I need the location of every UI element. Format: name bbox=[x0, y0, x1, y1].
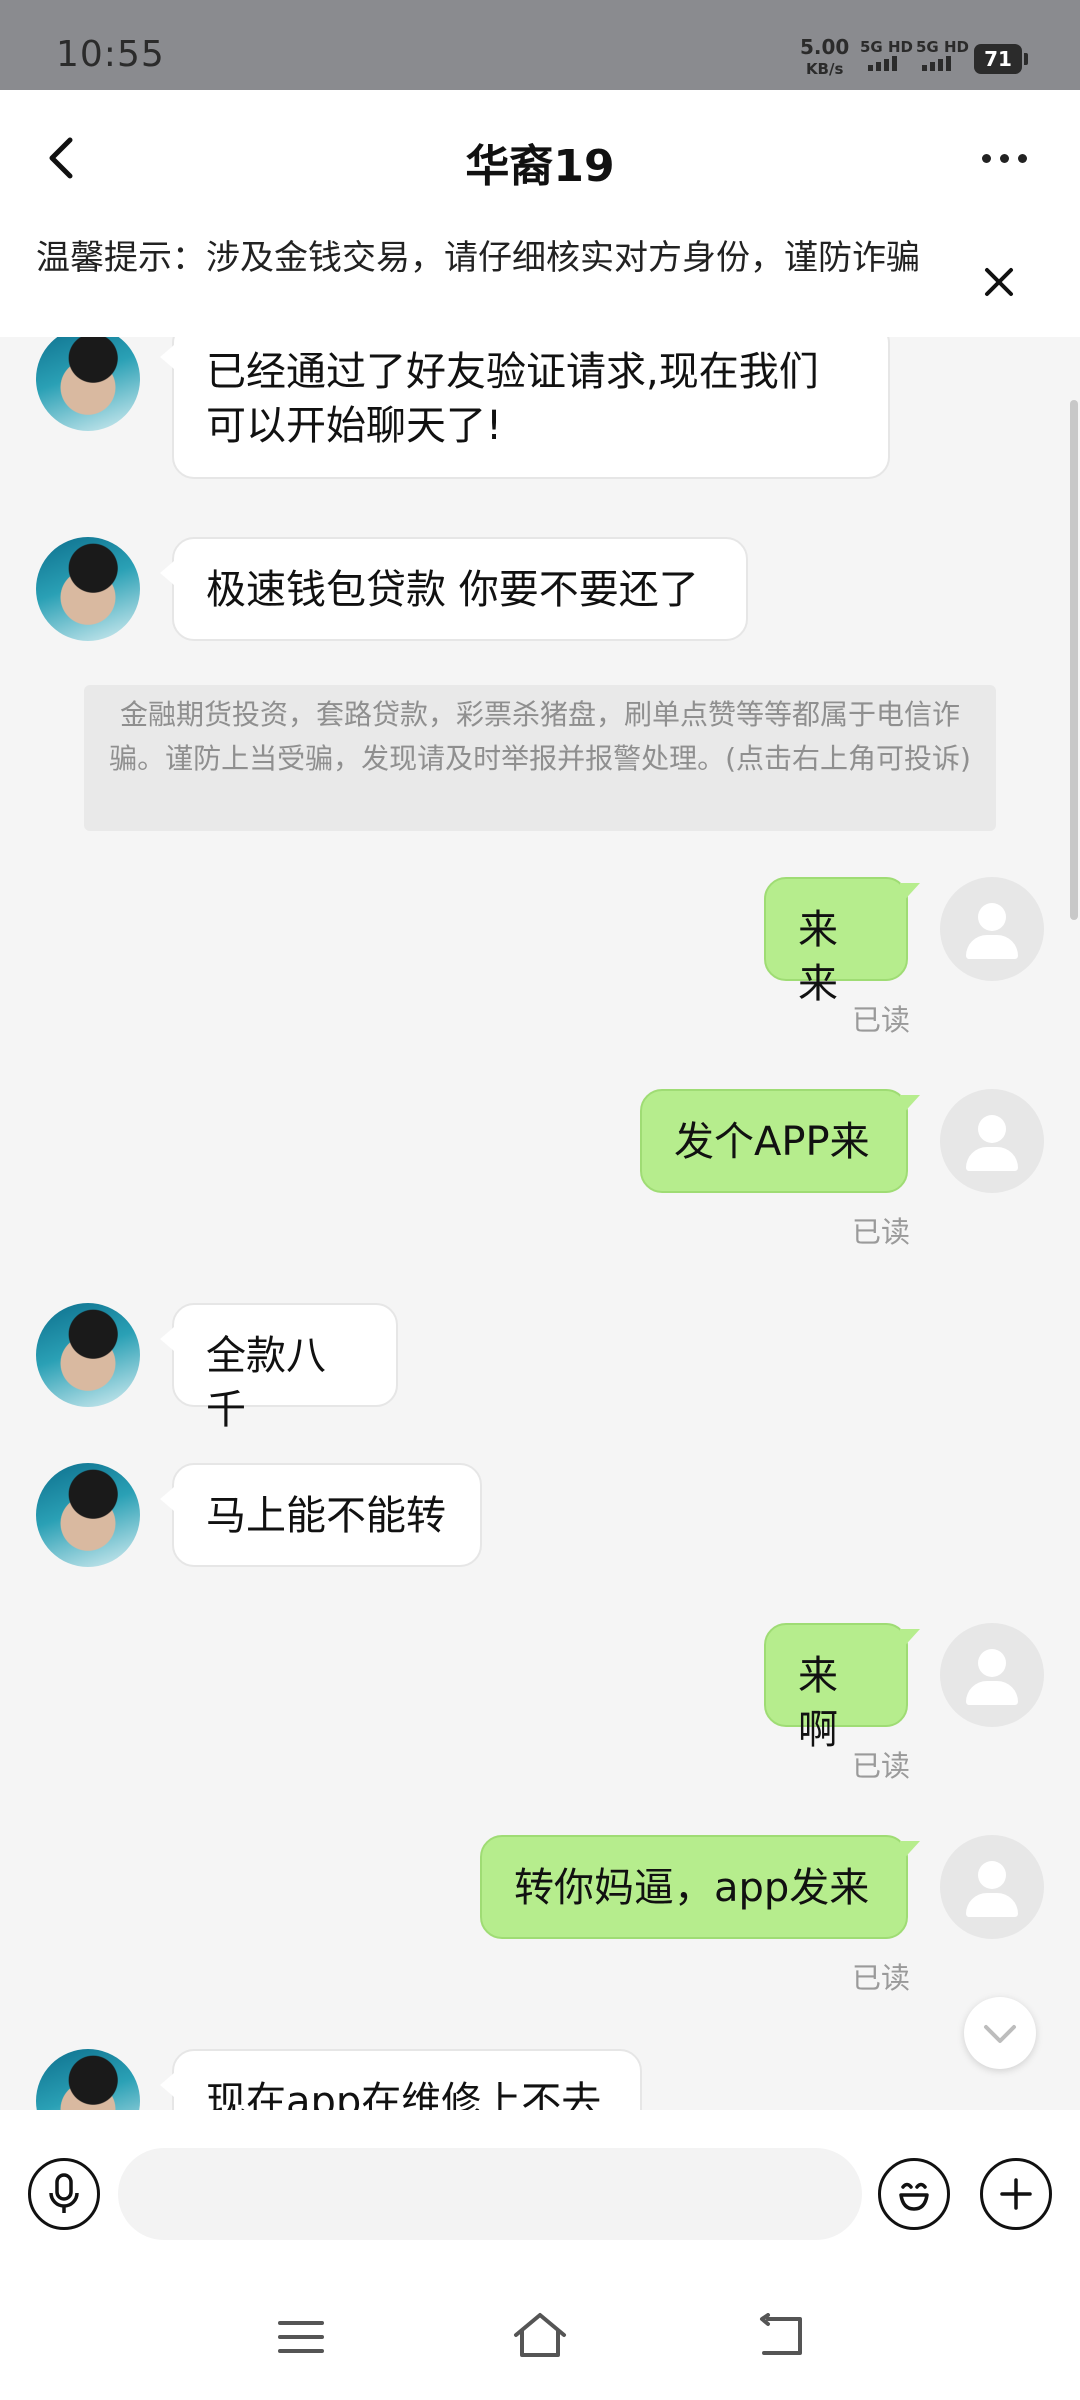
message-text: 马上能不能转 bbox=[206, 1493, 446, 1539]
read-receipt: 已读 bbox=[852, 1215, 911, 1249]
network-speed-value: 5.00 bbox=[800, 35, 850, 59]
message-text: 来啊 bbox=[798, 1653, 838, 1753]
home-icon[interactable] bbox=[512, 2311, 568, 2361]
emoji-button[interactable] bbox=[878, 2158, 950, 2230]
message-bubble-outgoing[interactable]: 发个APP来 bbox=[640, 1089, 920, 1193]
message-text: 发个APP来 bbox=[674, 1119, 870, 1165]
read-receipt: 已读 bbox=[852, 1003, 911, 1037]
network-label-1: 5G HD bbox=[860, 38, 913, 56]
signal-icon bbox=[922, 56, 951, 71]
page-title: 华裔19 bbox=[465, 141, 615, 192]
message-bubble-incoming[interactable]: 极速钱包贷款 你要不要还了 bbox=[160, 537, 748, 641]
plus-button[interactable] bbox=[980, 2158, 1052, 2230]
chat-header: 华裔19 bbox=[0, 90, 1080, 225]
back-icon[interactable] bbox=[756, 2313, 806, 2359]
network-speed: 5.00 KB/s bbox=[800, 36, 849, 80]
read-receipt: 已读 bbox=[852, 1961, 911, 1995]
battery-indicator: 71 bbox=[974, 44, 1028, 74]
message-bubble-outgoing[interactable]: 来来 bbox=[764, 877, 920, 1007]
close-icon[interactable] bbox=[975, 258, 1023, 306]
message-text: 全款八千 bbox=[206, 1333, 326, 1433]
signal-icon bbox=[868, 56, 897, 71]
message-bubble-incoming[interactable]: 全款八千 bbox=[160, 1303, 398, 1433]
voice-button[interactable] bbox=[28, 2158, 100, 2230]
plus-icon bbox=[1000, 2178, 1032, 2210]
message-text: 已经通过了好友验证请求,现在我们 bbox=[206, 349, 819, 395]
contact-avatar[interactable] bbox=[36, 1463, 140, 1567]
system-nav-bar bbox=[0, 2285, 1080, 2400]
network-label-2: 5G HD bbox=[916, 38, 969, 56]
message-bubble-incoming[interactable]: 马上能不能转 bbox=[160, 1463, 482, 1567]
my-avatar[interactable] bbox=[940, 877, 1044, 981]
more-dots-icon bbox=[982, 153, 991, 163]
contact-avatar[interactable] bbox=[36, 537, 140, 641]
contact-avatar[interactable] bbox=[36, 337, 140, 431]
message-text: 来来 bbox=[798, 907, 838, 1007]
more-options-button[interactable] bbox=[982, 140, 1042, 176]
message-input-bar bbox=[0, 2110, 1080, 2285]
fraud-warning-banner: 温馨提示：涉及金钱交易，请仔细核实对方身份，谨防诈骗 bbox=[0, 225, 1080, 337]
menu-icon[interactable] bbox=[276, 2317, 326, 2357]
scroll-to-bottom-button[interactable] bbox=[964, 1997, 1036, 2069]
message-bubble-outgoing[interactable]: 转你妈逼，app发来 bbox=[480, 1835, 920, 1939]
my-avatar[interactable] bbox=[940, 1623, 1044, 1727]
my-avatar[interactable] bbox=[940, 1835, 1044, 1939]
my-avatar[interactable] bbox=[940, 1089, 1044, 1193]
message-bubble-incoming[interactable]: 已经通过了好友验证请求,现在我们 可以开始聊天了! bbox=[160, 337, 890, 479]
contact-avatar[interactable] bbox=[36, 1303, 140, 1407]
scrollbar[interactable] bbox=[1070, 400, 1078, 920]
message-bubble-incoming[interactable]: 现在app在维修上不去 bbox=[160, 2049, 642, 2110]
message-input[interactable] bbox=[118, 2148, 862, 2240]
read-receipt: 已读 bbox=[852, 1749, 911, 1783]
chevron-down-icon bbox=[984, 2025, 1016, 2043]
message-text: 可以开始聊天了! bbox=[206, 403, 503, 449]
message-text: 极速钱包贷款 你要不要还了 bbox=[206, 567, 699, 613]
message-bubble-outgoing[interactable]: 来啊 bbox=[764, 1623, 920, 1753]
microphone-icon bbox=[49, 2173, 79, 2213]
message-text: 转你妈逼，app发来 bbox=[514, 1865, 870, 1911]
system-fraud-notice[interactable]: 金融期货投资，套路贷款，彩票杀猪盘，刷单点赞等等都属于电信诈骗。谨防上当受骗，发… bbox=[84, 685, 996, 831]
message-text: 现在app在维修上不去 bbox=[206, 2079, 602, 2110]
status-bar: 10:55 5.00 KB/s 5G HD 5G HD 71 bbox=[0, 0, 1080, 90]
emoji-icon bbox=[899, 2182, 929, 2211]
contact-avatar[interactable] bbox=[36, 2049, 140, 2110]
chat-messages[interactable]: 已经通过了好友验证请求,现在我们 可以开始聊天了! 极速钱包贷款 你要不要还了 … bbox=[0, 337, 1080, 2110]
network-speed-unit: KB/s bbox=[805, 60, 844, 78]
status-time: 10:55 bbox=[56, 34, 165, 75]
warning-text: 温馨提示：涉及金钱交易，请仔细核实对方身份，谨防诈骗 bbox=[36, 238, 920, 278]
